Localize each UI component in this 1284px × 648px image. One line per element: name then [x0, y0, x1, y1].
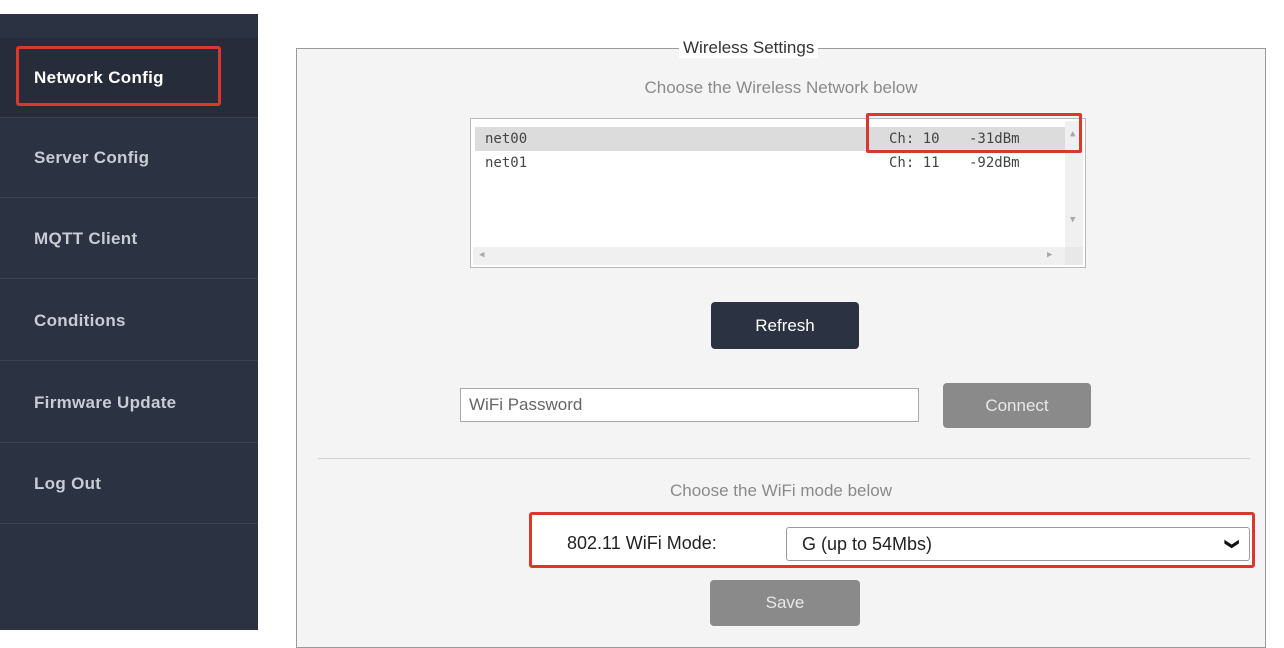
scroll-left-icon[interactable]: ◀: [479, 250, 484, 260]
network-signal: -92dBm: [969, 155, 1020, 171]
wifi-mode-select[interactable]: G (up to 54Mbs) ❯: [786, 527, 1250, 561]
connect-button[interactable]: Connect: [943, 383, 1091, 428]
refresh-button[interactable]: Refresh: [711, 302, 859, 349]
wifi-mode-selected-value: G (up to 54Mbs): [802, 534, 933, 554]
sidebar-item-label: Conditions: [34, 311, 126, 330]
signal-highlight-box: [866, 113, 1082, 153]
sidebar-item-firmware-update[interactable]: Firmware Update: [0, 363, 258, 443]
sidebar-item-server-config[interactable]: Server Config: [0, 118, 258, 198]
chevron-down-icon: ❯: [1225, 538, 1242, 550]
sidebar-top-band: [0, 0, 258, 14]
sidebar-item-conditions[interactable]: Conditions: [0, 281, 258, 361]
section-divider: [318, 458, 1250, 459]
sidebar-item-label: MQTT Client: [34, 229, 138, 248]
sidebar: Network Config Server Config MQTT Client…: [0, 0, 258, 630]
save-button[interactable]: Save: [710, 580, 860, 626]
sidebar-item-label: Network Config: [34, 68, 164, 87]
sidebar-item-log-out[interactable]: Log Out: [0, 444, 258, 524]
sidebar-item-label: Server Config: [34, 148, 150, 167]
network-channel: Ch: 11: [889, 155, 940, 171]
sidebar-item-mqtt-client[interactable]: MQTT Client: [0, 199, 258, 279]
network-row[interactable]: net01 Ch: 11 -92dBm: [475, 151, 1065, 175]
scroll-right-icon[interactable]: ▶: [1047, 250, 1052, 260]
sidebar-item-network-config[interactable]: Network Config: [0, 38, 258, 118]
wifi-password-input[interactable]: [460, 388, 919, 422]
network-name: net01: [485, 155, 528, 171]
sidebar-item-label: Log Out: [34, 474, 102, 493]
sidebar-item-label: Firmware Update: [34, 393, 177, 412]
wifi-mode-label: 802.11 WiFi Mode:: [567, 533, 717, 553]
fieldset-legend: Wireless Settings: [679, 38, 819, 58]
network-name: net00: [485, 131, 528, 147]
choose-mode-heading: Choose the WiFi mode below: [669, 481, 893, 500]
horizontal-scrollbar[interactable]: ◀ ▶: [473, 247, 1065, 265]
scroll-down-icon[interactable]: ▼: [1070, 215, 1075, 225]
choose-network-heading: Choose the Wireless Network below: [644, 78, 918, 97]
scrollbar-corner: [1065, 247, 1083, 265]
